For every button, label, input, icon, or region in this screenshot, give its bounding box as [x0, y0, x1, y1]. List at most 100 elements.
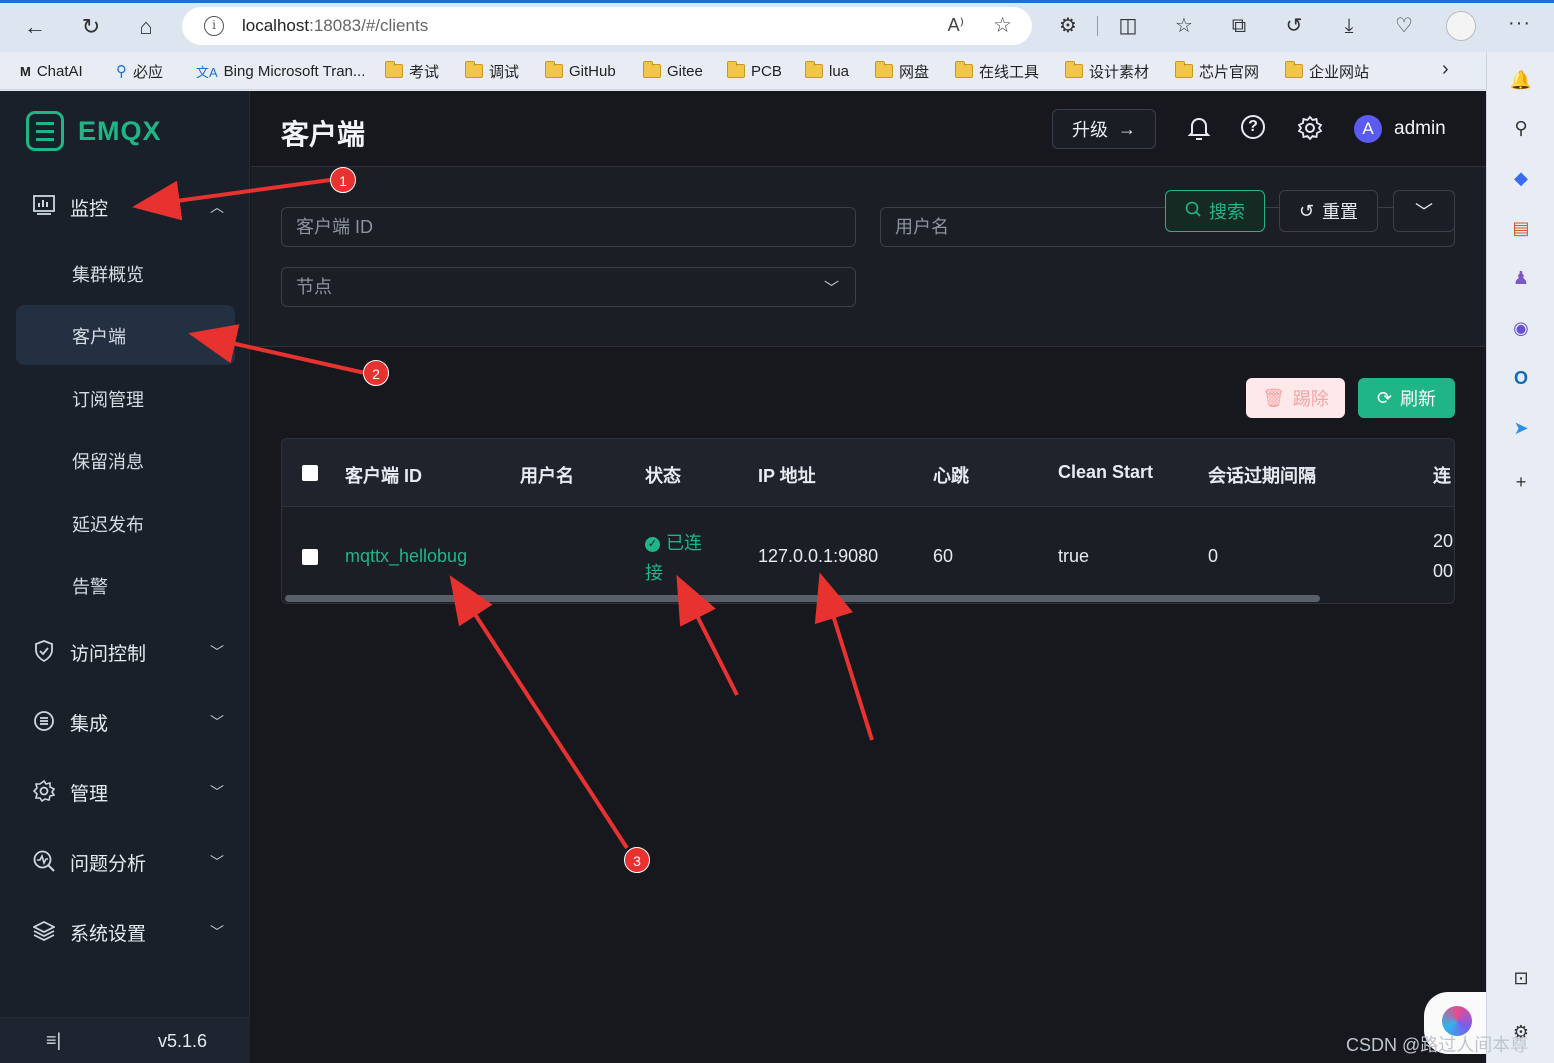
clients-table: 客户端 ID 用户名 状态 IP 地址 心跳 Clean Start 会话过期间… [281, 438, 1455, 604]
games-icon[interactable]: ♟ [1509, 266, 1533, 290]
menu-monitor[interactable]: 监控 ︿ [0, 184, 250, 230]
site-info-icon[interactable]: i [204, 16, 224, 36]
question-mark-icon: ? [1241, 115, 1265, 139]
menu-diagnose[interactable]: 问题分析 ﹀ [0, 839, 250, 885]
user-avatar[interactable]: A [1354, 115, 1382, 143]
url-text[interactable]: localhost:18083/#/clients [242, 16, 428, 36]
menu-integration[interactable]: 集成 ﹀ [0, 699, 250, 745]
bookmark-folder[interactable]: 企业网站 [1285, 61, 1369, 81]
history-icon[interactable]: ↺ [1281, 13, 1307, 39]
profile-avatar[interactable] [1446, 11, 1476, 41]
folder-icon [955, 61, 973, 78]
sidebar-item-clients[interactable]: 客户端 [16, 305, 235, 365]
downloads-icon[interactable]: ⤓ [1336, 13, 1362, 39]
annotation-badge-3: 3 [624, 847, 650, 873]
bookmark-folder[interactable]: 芯片官网 [1175, 61, 1259, 81]
bookmark-folder[interactable]: GitHub [545, 61, 616, 81]
bookmark-chatai[interactable]: M ChatAI [20, 61, 83, 81]
browser-essentials-icon[interactable]: ♡ [1391, 13, 1417, 39]
sidebar-item-retained[interactable]: 保留消息 [16, 430, 235, 490]
client-id-input[interactable] [281, 207, 856, 247]
menu-access-control[interactable]: 访问控制 ﹀ [0, 629, 250, 675]
bookmark-folder[interactable]: 考试 [385, 61, 439, 81]
collapse-sidebar-icon[interactable]: ≡| [46, 1030, 61, 1051]
toolbar-divider [1097, 16, 1098, 36]
read-aloud-icon[interactable]: A⁾ [948, 15, 964, 36]
settings-gear-icon[interactable] [1296, 115, 1324, 143]
help-icon[interactable]: ? [1241, 115, 1269, 143]
folder-icon [1285, 61, 1303, 78]
expand-filters-button[interactable]: ﹀ [1393, 190, 1455, 232]
menu-label: 系统设置 [70, 923, 147, 945]
sidebar-item-subscriptions[interactable]: 订阅管理 [16, 368, 235, 428]
reload-icon[interactable]: ↻ [76, 12, 106, 42]
table-header: 客户端 ID 用户名 状态 IP 地址 心跳 Clean Start 会话过期间… [282, 439, 1454, 507]
outlook-icon[interactable]: O [1509, 366, 1533, 390]
search-icon [1185, 201, 1201, 222]
favorites-icon[interactable]: ☆ [1171, 13, 1197, 39]
kick-button[interactable]: 🗑 踢除 [1246, 378, 1345, 418]
menu-label: 管理 [70, 783, 109, 805]
bookmark-folder[interactable]: 调试 [465, 61, 519, 81]
bookmark-bing-translator[interactable]: 文A Bing Microsoft Tran... [196, 61, 365, 81]
select-all-checkbox[interactable] [302, 465, 318, 481]
window-accent-bar [0, 0, 1554, 3]
client-id-field[interactable] [282, 208, 855, 246]
search-button[interactable]: 搜索 [1165, 190, 1265, 232]
sidebar-item-delayed[interactable]: 延迟发布 [16, 493, 235, 553]
column-header: Clean Start [1058, 462, 1154, 482]
sidebar-item-cluster-overview[interactable]: 集群概览 [16, 243, 235, 303]
bookmark-folder[interactable]: PCB [727, 61, 782, 81]
user-name[interactable]: admin [1394, 118, 1446, 140]
home-icon[interactable]: ⌂ [131, 12, 161, 42]
refresh-button[interactable]: ⟳ 刷新 [1358, 378, 1455, 418]
horizontal-scrollbar[interactable] [285, 595, 1320, 602]
add-icon[interactable]: + [1509, 470, 1533, 494]
menu-management[interactable]: 管理 ﹀ [0, 769, 250, 815]
bookmark-folder[interactable]: lua [805, 61, 849, 81]
folder-icon [1175, 61, 1193, 78]
bell-icon[interactable]: 🔔 [1509, 68, 1533, 92]
bookmark-label: 设计素材 [1089, 63, 1150, 81]
emqx-logo[interactable]: EMQX [26, 111, 162, 151]
menu-system-settings[interactable]: 系统设置 ﹀ [0, 909, 250, 955]
collections-icon[interactable]: ⧉ [1226, 13, 1252, 39]
connected-at-cell: 20 [1433, 531, 1454, 551]
bookmark-folder[interactable]: 在线工具 [955, 61, 1039, 81]
folder-icon [545, 61, 563, 78]
bookmark-label: 必应 [133, 63, 164, 81]
favorite-star-icon[interactable]: ☆ [993, 13, 1012, 38]
bookmark-bing[interactable]: ⚲ 必应 [116, 61, 163, 81]
node-select[interactable]: ﹀ [281, 267, 856, 307]
bookmark-folder[interactable]: 网盘 [875, 61, 929, 81]
bookmark-folder[interactable]: 设计素材 [1065, 61, 1149, 81]
search-icon[interactable]: ⚲ [1509, 116, 1533, 140]
copilot-icon[interactable]: ◉ [1509, 316, 1533, 340]
toolbox-icon[interactable]: ▤ [1509, 216, 1533, 240]
screenshot-icon[interactable]: ⊡ [1509, 966, 1533, 990]
extensions-icon[interactable]: ⚙ [1055, 13, 1081, 39]
upgrade-button[interactable]: 升级 → [1052, 109, 1156, 149]
address-bar[interactable]: i localhost:18083/#/clients A⁾ ☆ [182, 7, 1032, 45]
more-menu-icon[interactable]: ··· [1508, 12, 1531, 35]
bookmarks-overflow-chevron-icon[interactable]: › [1442, 58, 1449, 81]
folder-icon [875, 61, 893, 78]
column-header: 用户名 [520, 466, 574, 486]
tag-icon[interactable]: ◆ [1509, 166, 1533, 190]
row-checkbox[interactable] [302, 549, 318, 565]
split-screen-icon[interactable]: ◫ [1115, 13, 1141, 39]
diagnose-icon [32, 850, 56, 874]
status-cell: ✓ 已连接 [645, 528, 715, 588]
reset-icon: ↺ [1298, 200, 1315, 221]
client-id-link[interactable]: mqttx_hellobug [345, 546, 467, 567]
logo-text: EMQX [78, 115, 162, 146]
node-field[interactable] [282, 268, 855, 306]
bookmark-folder[interactable]: Gitee [643, 61, 703, 81]
column-header[interactable]: 客户端 ID [345, 462, 422, 488]
reset-button[interactable]: ↺ 重置 [1279, 190, 1378, 232]
sidebar-item-alarms[interactable]: 告警 [16, 555, 235, 615]
back-icon[interactable]: ← [20, 12, 50, 42]
bookmark-label: 网盘 [899, 63, 930, 81]
send-icon[interactable]: ➤ [1509, 416, 1533, 440]
notification-bell-icon[interactable] [1185, 115, 1213, 143]
